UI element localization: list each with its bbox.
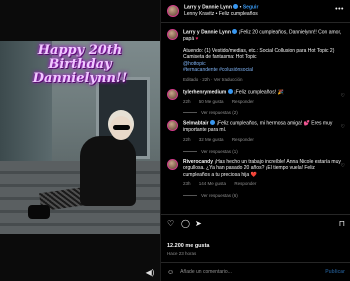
dot-separator: • (239, 4, 242, 11)
verified-icon (227, 88, 233, 94)
comment-body: tylerhenrymedium ¡Feliz cumpleaños! 🎉 22… (183, 88, 343, 106)
heart-icon[interactable]: ♡ (341, 124, 345, 130)
emoji-icon[interactable]: ☺ (167, 269, 174, 276)
banner-line-1: Happy 20th Birthday (37, 43, 123, 72)
list-item: tylerhenrymedium ¡Feliz cumpleaños! 🎉 22… (161, 84, 350, 106)
photo-sunglasses (113, 125, 130, 130)
list-item: Riverocandy ¡Has hecho un trabajo increí… (161, 154, 350, 188)
heart-icon[interactable]: ♡ (341, 93, 345, 99)
banner-line-2: Dannielynn!! (32, 71, 128, 86)
speaker-icon[interactable]: ◀) (145, 268, 155, 277)
comment-username[interactable]: Selmabtair (183, 121, 209, 127)
action-bar: ♡ ◯ ➤ ⊓ (161, 214, 350, 230)
likes-count[interactable]: 12.200 me gusta (167, 243, 210, 249)
comments-scroll[interactable]: Larry y Dannie Lynn ¡Feliz 20 cumpleaños… (161, 24, 350, 210)
avatar[interactable] (167, 5, 179, 17)
photo-boots (28, 205, 50, 219)
share-icon[interactable]: ➤ (195, 219, 202, 228)
reply-button[interactable]: Responder (234, 181, 256, 186)
add-comment-bar: ☺ Añade un comentario... Publicar (161, 262, 350, 281)
post-photo: Happy 20th Birthday Dannielynn!! (0, 41, 160, 234)
caption-tag-3[interactable]: #colusiónsocial (219, 67, 253, 73)
post-media[interactable]: Happy 20th Birthday Dannielynn!! ◀) (0, 0, 160, 281)
caption-outfit: Atuendo: (1) Vestido/medias, etc.: Socia… (183, 47, 335, 61)
heart-icon[interactable]: ♡ (167, 219, 174, 228)
avatar[interactable] (167, 88, 178, 100)
heart-icon[interactable]: ♡ (341, 163, 345, 169)
verified-icon (232, 29, 238, 34)
header-username[interactable]: Larry y Dannie Lynn (184, 4, 232, 10)
caption-tag-2[interactable]: #ternacandente (183, 67, 218, 73)
header-text: Larry y Dannie Lynn • Seguir Lenny Kravi… (184, 3, 259, 19)
comment-username[interactable]: Riverocandy (183, 159, 213, 165)
caption-tag-1[interactable]: @hottopic (183, 61, 343, 68)
caption: Larry y Dannie Lynn ¡Feliz 20 cumpleaños… (161, 24, 350, 84)
comment-body: Selmabtair ¡Feliz cumpleaños, mi hermosa… (183, 120, 343, 143)
comment-time: 22h (183, 137, 191, 143)
caption-body: Larry y Dannie Lynn ¡Feliz 20 cumpleaños… (183, 29, 343, 84)
reply-button[interactable]: Responder (232, 137, 254, 142)
comment-meta: 22h 32 Me gusta Responder (183, 137, 343, 144)
heart-emoji: ♥ (195, 36, 199, 43)
birthday-banner: Happy 20th Birthday Dannielynn!! (4, 44, 156, 86)
comment-likes[interactable]: 32 Me gusta (199, 137, 224, 142)
verified-icon (209, 120, 215, 126)
avatar[interactable] (167, 158, 178, 170)
comment-time: 23h (183, 181, 191, 187)
view-replies[interactable]: Ver respuestas (6) (183, 193, 350, 198)
post-header: Larry y Dannie Lynn • Seguir Lenny Kravi… (161, 0, 350, 23)
post-time[interactable]: Hace 23 horas (167, 251, 196, 256)
comment-likes[interactable]: 144 Me gusta (199, 181, 226, 186)
avatar[interactable] (167, 29, 178, 40)
bookmark-icon[interactable]: ⊓ (339, 219, 345, 228)
post-side-panel: Larry y Dannie Lynn • Seguir Lenny Kravi… (160, 0, 350, 281)
list-item: Selmabtair ¡Feliz cumpleaños, mi hermosa… (161, 115, 350, 143)
comment-meta: 22h 50 Me gusta Responder (183, 99, 343, 106)
caption-meta: Editado · 22h · Ver traducción (183, 77, 243, 83)
comment-icon[interactable]: ◯ (181, 219, 190, 228)
replies-line (183, 150, 197, 152)
comment-username[interactable]: tylerhenrymedium (183, 89, 226, 95)
comment-body: Riverocandy ¡Has hecho un trabajo increí… (183, 159, 343, 188)
verified-icon (233, 3, 239, 9)
replies-line (183, 112, 197, 114)
comment-likes[interactable]: 50 Me gusta (199, 99, 224, 104)
more-icon[interactable]: ••• (335, 6, 344, 13)
replies-line (183, 195, 197, 196)
publish-button[interactable]: Publicar (325, 269, 345, 275)
comment-meta: 23h 144 Me gusta Responder (183, 181, 343, 188)
comment-text: ¡Feliz cumpleaños! 🎉 (234, 89, 284, 96)
comment-time: 22h (183, 98, 191, 104)
header-subtitle[interactable]: Lenny Kravitz • Feliz cumpleaños (184, 11, 258, 18)
avatar[interactable] (167, 120, 178, 132)
comment-input[interactable]: Añade un comentario... (180, 269, 325, 275)
view-replies-label: Ver respuestas (6) (201, 193, 238, 198)
photo-person-body (80, 136, 136, 206)
follow-button[interactable]: Seguir (243, 4, 259, 10)
caption-username[interactable]: Larry y Dannie Lynn (183, 30, 231, 36)
reply-button[interactable]: Responder (232, 99, 254, 104)
